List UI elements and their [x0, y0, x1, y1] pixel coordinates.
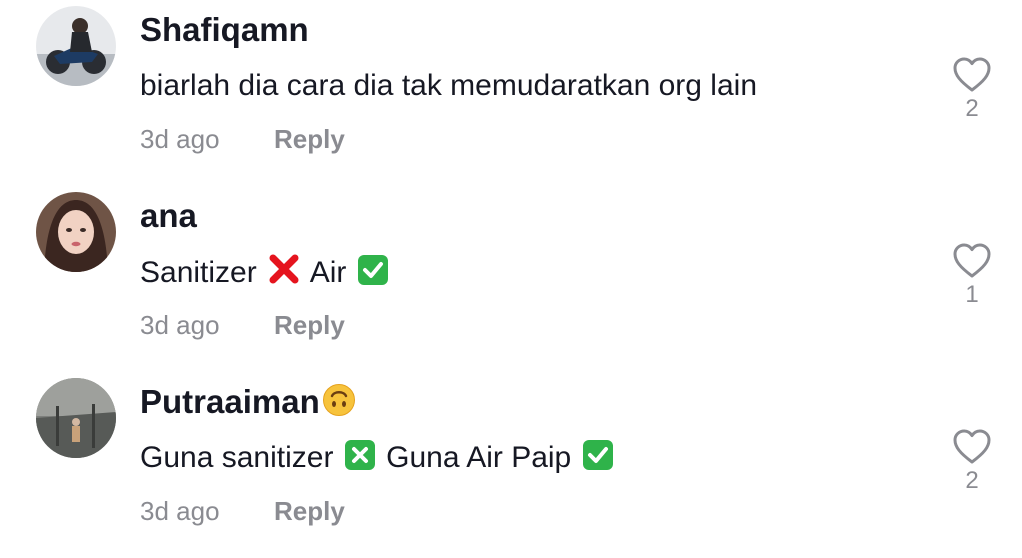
comment-meta: 3d ago Reply — [140, 122, 345, 156]
comment-text: Guna sanitizer Guna Air Paip — [140, 438, 616, 478]
heart-outline-icon[interactable] — [952, 242, 992, 280]
avatar[interactable] — [36, 6, 116, 86]
heart-outline-icon[interactable] — [952, 56, 992, 94]
heart-outline-icon[interactable] — [952, 428, 992, 466]
username[interactable]: Shafiqamn — [140, 10, 309, 50]
timestamp: 3d ago — [140, 496, 220, 526]
avatar[interactable] — [36, 192, 116, 272]
cross-mark-emoji — [267, 252, 301, 286]
like-control: 2 — [952, 428, 992, 496]
like-count: 2 — [965, 95, 979, 122]
like-count: 1 — [965, 281, 979, 308]
timestamp: 3d ago — [140, 310, 220, 340]
comment-list: Shafiqamn biarlah dia cara dia tak memud… — [0, 0, 1022, 546]
comment-text: Sanitizer Air — [140, 252, 391, 293]
like-count: 2 — [965, 467, 979, 494]
comment-text-part: Guna sanitizer — [140, 441, 334, 474]
comment-text-part: Guna Air Paip — [386, 441, 572, 474]
reply-button[interactable]: Reply — [274, 122, 345, 156]
upside-down-face-emoji — [322, 383, 356, 417]
comment-item: ana Sanitizer Air 3d ago Reply 1 — [0, 186, 1022, 372]
check-mark-button-emoji — [582, 439, 614, 471]
comment-item: Putraaiman Guna sanitizer Guna Air Paip — [0, 372, 1022, 558]
avatar-photo — [36, 6, 116, 86]
username-text: Putraaiman — [140, 383, 320, 420]
avatar-photo — [36, 378, 116, 458]
reply-button[interactable]: Reply — [274, 308, 345, 342]
cross-mark-button-emoji — [344, 439, 376, 471]
username[interactable]: ana — [140, 196, 197, 236]
like-control: 1 — [952, 242, 992, 310]
check-mark-button-emoji — [357, 254, 389, 286]
avatar-photo — [36, 192, 116, 272]
comment-meta: 3d ago Reply — [140, 308, 345, 342]
avatar[interactable] — [36, 378, 116, 458]
reply-button[interactable]: Reply — [274, 494, 345, 528]
comment-text-part: Air — [309, 256, 347, 289]
comment-meta: 3d ago Reply — [140, 494, 345, 528]
comment-text: biarlah dia cara dia tak memudaratkan or… — [140, 69, 758, 102]
comment-item: Shafiqamn biarlah dia cara dia tak memud… — [0, 0, 1022, 186]
username[interactable]: Putraaiman — [140, 382, 358, 422]
timestamp: 3d ago — [140, 124, 220, 154]
comment-text-part: Sanitizer — [140, 256, 257, 289]
like-control: 2 — [952, 56, 992, 124]
